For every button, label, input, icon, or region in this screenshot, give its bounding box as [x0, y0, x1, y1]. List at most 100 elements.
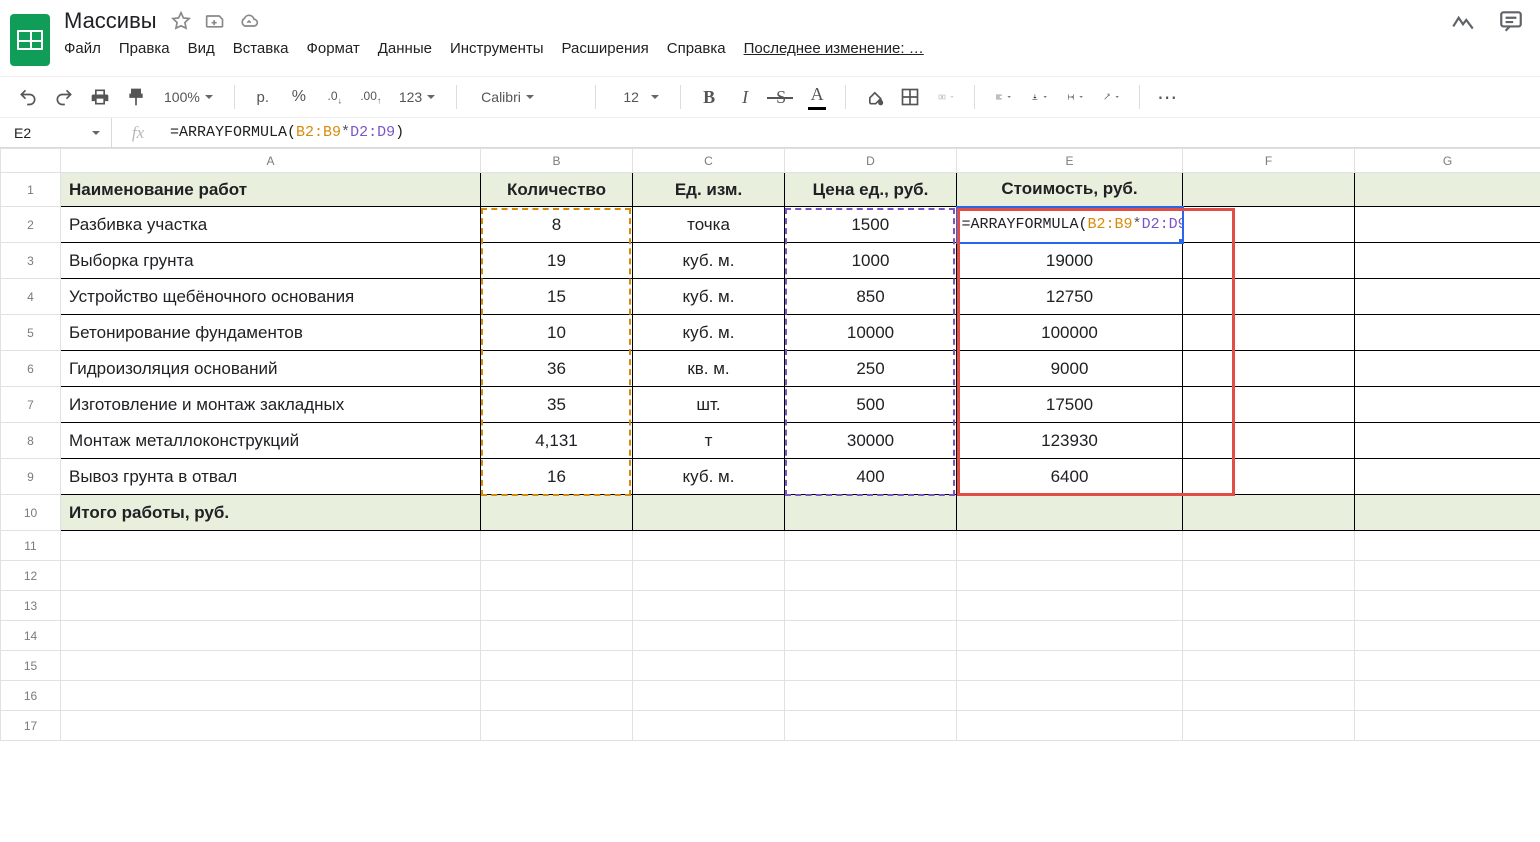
row-header[interactable]: 15	[1, 651, 61, 681]
cell[interactable]	[1355, 173, 1540, 207]
borders-button[interactable]	[896, 83, 924, 111]
cell[interactable]	[1183, 423, 1355, 459]
cell[interactable]	[1355, 351, 1540, 387]
cell-name[interactable]: Вывоз грунта в отвал	[61, 459, 481, 495]
cell[interactable]	[1183, 561, 1355, 591]
cell[interactable]	[61, 711, 481, 741]
merge-button[interactable]	[932, 83, 960, 111]
cell-qty[interactable]: 4,131	[481, 423, 633, 459]
comments-icon[interactable]	[1498, 8, 1524, 34]
row-header[interactable]: 5	[1, 315, 61, 351]
cell[interactable]	[957, 495, 1183, 531]
font-select[interactable]: Calibri	[471, 89, 581, 105]
header-unit[interactable]: Ед. изм.	[633, 173, 785, 207]
menu-view[interactable]: Вид	[188, 40, 215, 57]
print-button[interactable]	[86, 83, 114, 111]
cell[interactable]	[785, 681, 957, 711]
cell-cost[interactable]: 17500	[957, 387, 1183, 423]
cell-cost[interactable]: 6400	[957, 459, 1183, 495]
menu-help[interactable]: Справка	[667, 40, 726, 57]
row-header[interactable]: 16	[1, 681, 61, 711]
cell[interactable]	[1355, 591, 1540, 621]
cell[interactable]	[61, 591, 481, 621]
row-header[interactable]: 17	[1, 711, 61, 741]
cell[interactable]	[633, 561, 785, 591]
cell-price[interactable]: 10000	[785, 315, 957, 351]
cell[interactable]	[633, 681, 785, 711]
row-header[interactable]: 3	[1, 243, 61, 279]
more-button[interactable]: ⋯	[1154, 83, 1182, 111]
cell-cost[interactable]: 9000	[957, 351, 1183, 387]
cell[interactable]	[785, 495, 957, 531]
cell[interactable]	[1355, 531, 1540, 561]
cell[interactable]	[633, 711, 785, 741]
cell-qty[interactable]: 19	[481, 243, 633, 279]
fill-color-button[interactable]	[860, 83, 888, 111]
cell-name[interactable]: Устройство щебёночного основания	[61, 279, 481, 315]
cell[interactable]	[1183, 279, 1355, 315]
menu-insert[interactable]: Вставка	[233, 40, 289, 57]
cell[interactable]	[1183, 351, 1355, 387]
wrap-button[interactable]	[1061, 83, 1089, 111]
percent-button[interactable]: %	[285, 83, 313, 111]
cell[interactable]	[481, 621, 633, 651]
cell[interactable]	[1355, 207, 1540, 243]
cell-unit[interactable]: шт.	[633, 387, 785, 423]
cell[interactable]	[481, 591, 633, 621]
cell[interactable]	[785, 591, 957, 621]
cell-unit[interactable]: точка	[633, 207, 785, 243]
cell[interactable]	[481, 711, 633, 741]
cell-name[interactable]: Монтаж металлоконструкций	[61, 423, 481, 459]
dec-less-button[interactable]: .0↓	[321, 83, 349, 111]
cell[interactable]	[61, 651, 481, 681]
cell-cost[interactable]: 12750	[957, 279, 1183, 315]
cell-cost[interactable]: 100000	[957, 315, 1183, 351]
cell-qty[interactable]: 15	[481, 279, 633, 315]
cell-qty[interactable]: 8	[481, 207, 633, 243]
cell[interactable]	[1183, 621, 1355, 651]
row-header[interactable]: 4	[1, 279, 61, 315]
menu-format[interactable]: Формат	[306, 40, 359, 57]
cell-unit[interactable]: куб. м.	[633, 243, 785, 279]
cell-qty[interactable]: 36	[481, 351, 633, 387]
cell[interactable]	[481, 681, 633, 711]
rotate-button[interactable]	[1097, 83, 1125, 111]
currency-button[interactable]: р.	[249, 83, 277, 111]
cell-cost[interactable]: 19000	[957, 243, 1183, 279]
header-name[interactable]: Наименование работ	[61, 173, 481, 207]
cell[interactable]	[1355, 459, 1540, 495]
cell[interactable]	[481, 495, 633, 531]
cell[interactable]	[633, 531, 785, 561]
cell-qty[interactable]: 35	[481, 387, 633, 423]
bold-button[interactable]: B	[695, 83, 723, 111]
cell[interactable]	[1355, 711, 1540, 741]
cell[interactable]	[1183, 591, 1355, 621]
cell-unit[interactable]: т	[633, 423, 785, 459]
number-format-select[interactable]: 123	[393, 89, 442, 105]
col-header[interactable]: D	[785, 149, 957, 173]
cell[interactable]	[957, 531, 1183, 561]
doc-title[interactable]: Массивы	[64, 8, 157, 34]
strike-button[interactable]: S	[767, 83, 795, 111]
header-cost[interactable]: Стоимость, руб.	[957, 173, 1183, 207]
cell[interactable]	[1355, 423, 1540, 459]
cell[interactable]	[957, 621, 1183, 651]
row-header[interactable]: 14	[1, 621, 61, 651]
cell[interactable]	[957, 651, 1183, 681]
cell[interactable]	[957, 681, 1183, 711]
cell-price[interactable]: 500	[785, 387, 957, 423]
menu-data[interactable]: Данные	[378, 40, 432, 57]
cell[interactable]	[785, 711, 957, 741]
move-icon[interactable]	[205, 11, 225, 31]
cell[interactable]	[1183, 207, 1355, 243]
cell[interactable]	[481, 651, 633, 681]
col-header[interactable]: E	[957, 149, 1183, 173]
cell[interactable]	[1355, 387, 1540, 423]
cell[interactable]	[1183, 531, 1355, 561]
cell-price[interactable]: 30000	[785, 423, 957, 459]
zoom-select[interactable]: 100%	[158, 89, 220, 105]
cell[interactable]	[1183, 459, 1355, 495]
row-header[interactable]: 12	[1, 561, 61, 591]
cell[interactable]	[1183, 681, 1355, 711]
undo-button[interactable]	[14, 83, 42, 111]
